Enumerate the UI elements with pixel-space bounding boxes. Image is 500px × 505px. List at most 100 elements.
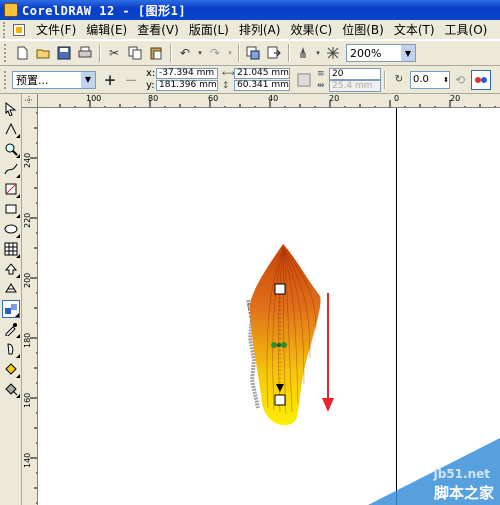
cut-icon[interactable]: ✂ <box>104 43 124 63</box>
blend-start-handle[interactable] <box>274 283 286 295</box>
drawing-canvas[interactable]: jb51.net 脚本之家 <box>38 108 500 505</box>
blend-object-icon[interactable] <box>294 70 314 90</box>
chevron-down-icon[interactable]: ▼ <box>401 45 415 61</box>
document-icon[interactable] <box>13 23 25 36</box>
paste-icon[interactable] <box>146 43 166 63</box>
menu-file[interactable]: 文件(F) <box>31 21 81 39</box>
watermark-url: jb51.net <box>433 467 490 481</box>
zoom-level-value: 200% <box>350 46 382 60</box>
menu-arrange[interactable]: 排列(A) <box>234 21 286 39</box>
application-launcher-icon[interactable] <box>293 43 313 63</box>
rectangle-tool-icon[interactable] <box>2 200 20 218</box>
blend-steps-field[interactable]: 20 <box>329 67 381 80</box>
width-field[interactable]: 21.045 mm <box>234 68 290 79</box>
ruler-h-label-60: 60 <box>208 94 219 103</box>
width-icon: ⟷ <box>222 68 235 79</box>
copy-icon[interactable] <box>125 43 145 63</box>
height-field[interactable]: 60.341 mm <box>234 80 290 91</box>
ruler-h-label-40: 40 <box>268 94 279 103</box>
property-bar-grip[interactable] <box>4 70 8 89</box>
ruler-v-label-180: 180 <box>23 332 32 348</box>
toolbar-separator <box>384 70 386 89</box>
menu-text[interactable]: 文本(T) <box>389 21 440 39</box>
menu-effects[interactable]: 效果(C) <box>285 21 337 39</box>
launcher-dropdown-icon[interactable]: ▾ <box>314 43 322 63</box>
loop-blend-icon[interactable]: ⟲ <box>450 70 470 90</box>
menu-edit[interactable]: 编辑(E) <box>81 21 132 39</box>
x-label: x: <box>146 68 156 79</box>
title-bar: CorelDRAW 12 - [图形1] <box>0 0 500 20</box>
y-label: y: <box>146 80 155 91</box>
x-position-field[interactable]: -37.394 mm <box>156 68 218 79</box>
interactive-blend-tool-icon[interactable] <box>1 300 20 318</box>
open-icon[interactable] <box>33 43 53 63</box>
blend-spacing-field[interactable]: 25.4 mm <box>329 79 381 92</box>
save-icon[interactable] <box>54 43 74 63</box>
drawing-layer <box>246 244 500 505</box>
zoom-level-select[interactable]: 200% ▼ <box>346 44 416 62</box>
ruler-v-label-220: 220 <box>23 212 32 228</box>
redo-dropdown-icon[interactable]: ▾ <box>226 43 234 63</box>
ruler-h-label-20: 20 <box>329 94 340 103</box>
coreldraw-window: CorelDRAW 12 - [图形1] 文件(F) 编辑(E) 查看(V) 版… <box>0 0 500 505</box>
blend-direction-field[interactable]: 0.0 ⬍ <box>410 70 450 89</box>
shape-tool-icon[interactable] <box>2 120 20 138</box>
outline-tool-icon[interactable] <box>2 340 20 358</box>
add-preset-icon[interactable]: + <box>100 70 120 90</box>
toolbar-grip[interactable] <box>4 44 8 62</box>
y-position-field[interactable]: 181.396 mm <box>156 80 218 91</box>
export-icon[interactable] <box>264 43 284 63</box>
toolbar-separator <box>99 44 101 62</box>
freehand-tool-icon[interactable] <box>2 160 20 178</box>
size-fields: ⟷ 21.045 mm ↕ 60.341 mm <box>222 68 290 92</box>
ruler-v-label-160: 160 <box>23 392 32 408</box>
chevron-down-icon[interactable]: ▼ <box>81 71 95 88</box>
import-icon[interactable] <box>243 43 263 63</box>
smart-fill-tool-icon[interactable] <box>2 180 20 198</box>
menu-bitmaps[interactable]: 位图(B) <box>337 21 389 39</box>
vertical-ruler[interactable]: 240 220 200 180 160 140 <box>22 108 38 505</box>
toolbox <box>0 94 22 505</box>
toolbar-separator <box>288 44 290 62</box>
height-icon: ↕ <box>222 80 230 91</box>
menu-grip[interactable] <box>3 21 9 38</box>
blend-direction-icon: ↻ <box>394 74 404 85</box>
undo-icon[interactable]: ↶ <box>175 43 195 63</box>
menu-view[interactable]: 查看(V) <box>132 21 184 39</box>
direct-blend-icon[interactable] <box>471 69 491 90</box>
app-icon <box>4 3 18 17</box>
ruler-v-label-240: 240 <box>23 152 32 168</box>
eyedropper-tool-icon[interactable] <box>2 320 20 338</box>
ruler-v-label-140: 140 <box>23 452 32 468</box>
undo-dropdown-icon[interactable]: ▾ <box>196 43 204 63</box>
spacing-icon: ⇹ <box>317 80 325 91</box>
zoom-tool-icon[interactable] <box>2 140 20 158</box>
redo-icon[interactable]: ↷ <box>205 43 225 63</box>
print-icon[interactable] <box>75 43 95 63</box>
preset-value: 预置... <box>16 73 49 87</box>
preset-select[interactable]: 预置... ▼ <box>12 70 96 89</box>
blend-end-handle[interactable] <box>274 394 286 406</box>
ellipse-tool-icon[interactable] <box>2 220 20 238</box>
blend-fields: ≡ 20 ⇹ 25.4 mm <box>317 67 381 92</box>
pick-tool-icon[interactable] <box>2 100 20 118</box>
ruler-v-label-200: 200 <box>23 272 32 288</box>
toolbar-separator <box>170 44 172 62</box>
ruler-h-label-0: 0 <box>394 94 400 103</box>
ruler-origin[interactable] <box>22 94 38 108</box>
window-title: CorelDRAW 12 - [图形1] <box>22 3 187 18</box>
horizontal-ruler[interactable]: 100 80 60 40 20 0 20 <box>38 94 500 108</box>
fill-tool-icon[interactable] <box>2 360 20 378</box>
basic-shapes-tool-icon[interactable] <box>2 260 20 278</box>
spinner-icon[interactable]: ⬍ <box>443 76 449 84</box>
remove-preset-icon[interactable]: − <box>121 70 141 90</box>
menu-tools[interactable]: 工具(O) <box>440 21 493 39</box>
watermark-name: 脚本之家 <box>433 484 494 502</box>
text-tool-icon[interactable] <box>2 280 20 298</box>
interactive-fill-tool-icon[interactable] <box>2 380 20 398</box>
menu-layout[interactable]: 版面(L) <box>184 21 234 39</box>
welcome-icon[interactable] <box>323 43 343 63</box>
polygon-tool-icon[interactable] <box>2 240 20 258</box>
menu-bar: 文件(F) 编辑(E) 查看(V) 版面(L) 排列(A) 效果(C) 位图(B… <box>0 20 500 40</box>
new-icon[interactable] <box>12 43 32 63</box>
